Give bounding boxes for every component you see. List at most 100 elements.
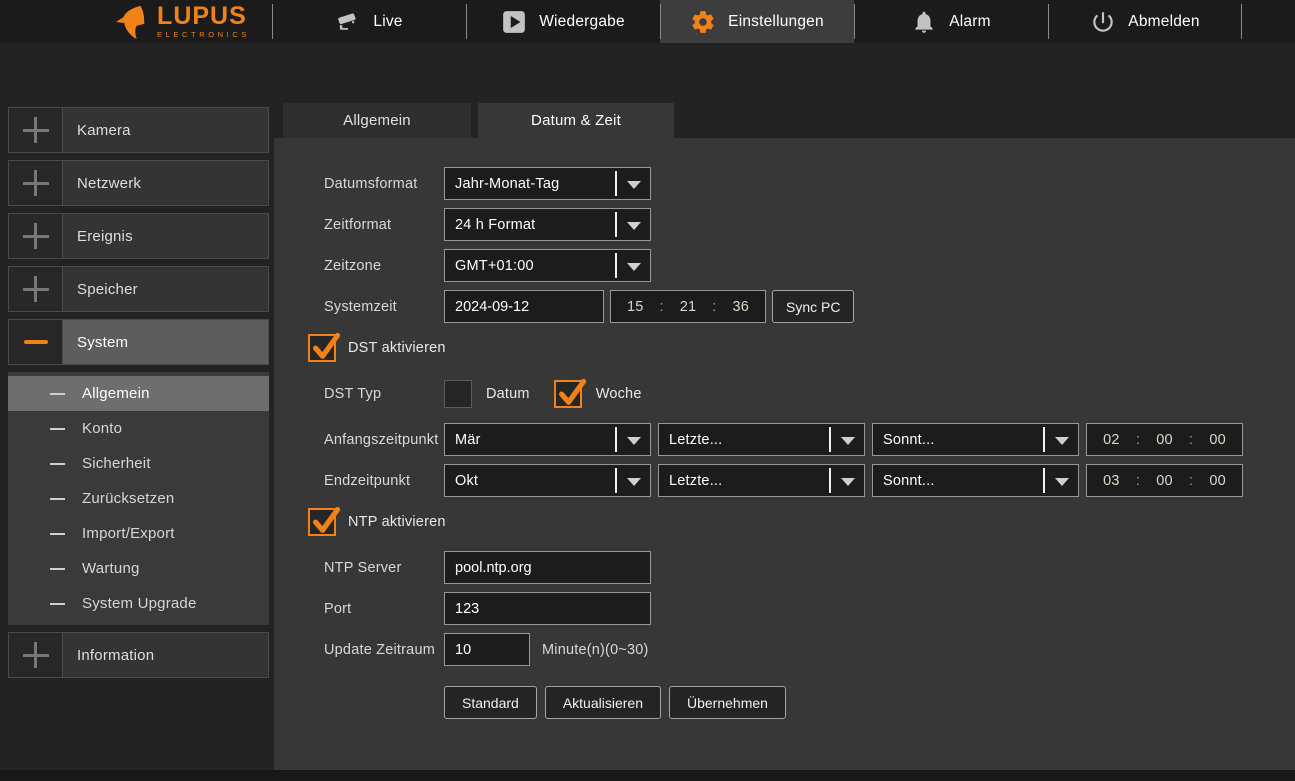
nav-tab-einstellungen[interactable]: Einstellungen — [660, 0, 854, 43]
tab-allgemein[interactable]: Allgemein — [283, 103, 471, 138]
sidebar-item-system[interactable]: System — [8, 319, 269, 365]
sync-pc-button[interactable]: Sync PC — [772, 290, 854, 323]
power-icon — [1090, 9, 1116, 35]
sidebar-item-label: System — [63, 320, 128, 364]
bottom-strip — [0, 770, 1295, 781]
chevron-down-icon — [627, 478, 641, 486]
systemzeit-time-input[interactable]: 15 : 21 : 36 — [610, 290, 766, 323]
lupus-wolf-icon — [112, 3, 150, 41]
submenu-item-zuruecksetzen[interactable]: Zurücksetzen — [8, 481, 269, 516]
nav-tab-label: Einstellungen — [728, 13, 824, 31]
cctv-camera-icon — [335, 9, 361, 35]
nav-tab-abmelden[interactable]: Abmelden — [1048, 0, 1242, 43]
dropdown-value: Okt — [455, 473, 478, 489]
submenu-item-import-export[interactable]: Import/Export — [8, 516, 269, 551]
tab-datum-zeit[interactable]: Datum & Zeit — [478, 103, 674, 138]
minutes-value[interactable]: 00 — [1156, 432, 1173, 448]
datumsformat-dropdown[interactable]: Jahr-Monat-Tag — [444, 167, 651, 200]
expand-icon-box[interactable] — [9, 214, 63, 258]
ntp-server-label: NTP Server — [324, 560, 444, 576]
logo-text: LUPUS ELECTRONICS — [157, 4, 250, 39]
endzeitpunkt-row: Endzeitpunkt Okt Letzte... Sonnt... 03 :… — [324, 464, 1295, 497]
systemzeit-date-input[interactable] — [444, 290, 604, 323]
dst-aktivieren-checkbox[interactable] — [308, 334, 336, 362]
colon-separator: : — [712, 299, 716, 315]
hours-value[interactable]: 02 — [1103, 432, 1120, 448]
update-zeitraum-input[interactable] — [444, 633, 530, 666]
sidebar-item-ereignis[interactable]: Ereignis — [8, 213, 269, 259]
submenu-item-label: Zurücksetzen — [82, 490, 174, 507]
dst-typ-datum-label: Datum — [486, 386, 530, 402]
check-icon — [557, 378, 587, 408]
seconds-value[interactable]: 36 — [732, 299, 749, 315]
dst-typ-woche-label: Woche — [596, 386, 642, 402]
anfang-woche-dropdown[interactable]: Letzte... — [658, 423, 865, 456]
chevron-down-icon — [627, 263, 641, 271]
ende-monat-dropdown[interactable]: Okt — [444, 464, 651, 497]
expand-icon-box[interactable] — [9, 161, 63, 205]
sidebar-item-information[interactable]: Information — [8, 632, 269, 678]
anfang-wochentag-dropdown[interactable]: Sonnt... — [872, 423, 1079, 456]
hours-value[interactable]: 03 — [1103, 473, 1120, 489]
seconds-value[interactable]: 00 — [1209, 432, 1226, 448]
expand-icon-box[interactable] — [9, 633, 63, 677]
sidebar-item-label: Information — [63, 633, 154, 677]
dropdown-divider — [615, 468, 617, 493]
ende-time-input[interactable]: 03 : 00 : 00 — [1086, 464, 1243, 497]
dash-icon — [50, 463, 65, 465]
uebernehmen-button[interactable]: Übernehmen — [669, 686, 786, 719]
check-icon — [311, 506, 341, 536]
zeitzone-dropdown[interactable]: GMT+01:00 — [444, 249, 651, 282]
dropdown-value: Mär — [455, 432, 481, 448]
submenu-item-system-upgrade[interactable]: System Upgrade — [8, 586, 269, 621]
dropdown-value: GMT+01:00 — [455, 258, 534, 274]
dst-typ-woche-checkbox[interactable] — [554, 380, 582, 408]
tab-label: Allgemein — [343, 112, 411, 129]
zeitformat-dropdown[interactable]: 24 h Format — [444, 208, 651, 241]
port-input[interactable] — [444, 592, 651, 625]
chevron-down-icon — [1055, 478, 1069, 486]
submenu-item-konto[interactable]: Konto — [8, 411, 269, 446]
aktualisieren-button[interactable]: Aktualisieren — [545, 686, 661, 719]
sidebar-item-netzwerk[interactable]: Netzwerk — [8, 160, 269, 206]
dash-icon — [50, 428, 65, 430]
expand-icon-box[interactable] — [9, 108, 63, 152]
sidebar: Kamera Netzwerk Ereignis Speicher System… — [8, 107, 269, 685]
anfangszeitpunkt-row: Anfangszeitpunkt Mär Letzte... Sonnt... … — [324, 423, 1295, 456]
nav-tab-alarm[interactable]: Alarm — [854, 0, 1048, 43]
update-zeitraum-row: Update Zeitraum Minute(n)(0~30) — [324, 633, 1295, 666]
sidebar-item-speicher[interactable]: Speicher — [8, 266, 269, 312]
plus-icon — [23, 117, 49, 143]
nav-tab-wiedergabe[interactable]: Wiedergabe — [466, 0, 660, 43]
submenu-item-sicherheit[interactable]: Sicherheit — [8, 446, 269, 481]
minutes-value[interactable]: 00 — [1156, 473, 1173, 489]
ende-wochentag-dropdown[interactable]: Sonnt... — [872, 464, 1079, 497]
seconds-value[interactable]: 00 — [1209, 473, 1226, 489]
anfang-monat-dropdown[interactable]: Mär — [444, 423, 651, 456]
sidebar-item-kamera[interactable]: Kamera — [8, 107, 269, 153]
top-navigation-bar: LUPUS ELECTRONICS Live Wiedergabe Einste… — [0, 0, 1295, 43]
nav-tab-live[interactable]: Live — [272, 0, 466, 43]
ende-woche-dropdown[interactable]: Letzte... — [658, 464, 865, 497]
submenu-item-allgemein[interactable]: Allgemein — [8, 376, 269, 411]
dst-typ-datum-checkbox[interactable] — [444, 380, 472, 408]
anfang-time-input[interactable]: 02 : 00 : 00 — [1086, 423, 1243, 456]
collapse-icon-box[interactable] — [9, 320, 63, 364]
minutes-value[interactable]: 21 — [680, 299, 697, 315]
chevron-down-icon — [627, 222, 641, 230]
colon-separator: : — [1189, 432, 1193, 448]
systemzeit-row: Systemzeit 15 : 21 : 36 Sync PC — [324, 290, 1295, 323]
plus-icon — [23, 276, 49, 302]
ntp-server-input[interactable] — [444, 551, 651, 584]
ntp-aktivieren-checkbox[interactable] — [308, 508, 336, 536]
submenu-item-wartung[interactable]: Wartung — [8, 551, 269, 586]
ntp-server-row: NTP Server — [324, 551, 1295, 584]
dst-typ-row: DST Typ Datum Woche — [324, 377, 1295, 410]
expand-icon-box[interactable] — [9, 267, 63, 311]
standard-button[interactable]: Standard — [444, 686, 537, 719]
chevron-down-icon — [1055, 437, 1069, 445]
colon-separator: : — [660, 299, 664, 315]
dropdown-value: Sonnt... — [883, 473, 935, 489]
logo-brand: LUPUS — [157, 4, 250, 29]
hours-value[interactable]: 15 — [627, 299, 644, 315]
